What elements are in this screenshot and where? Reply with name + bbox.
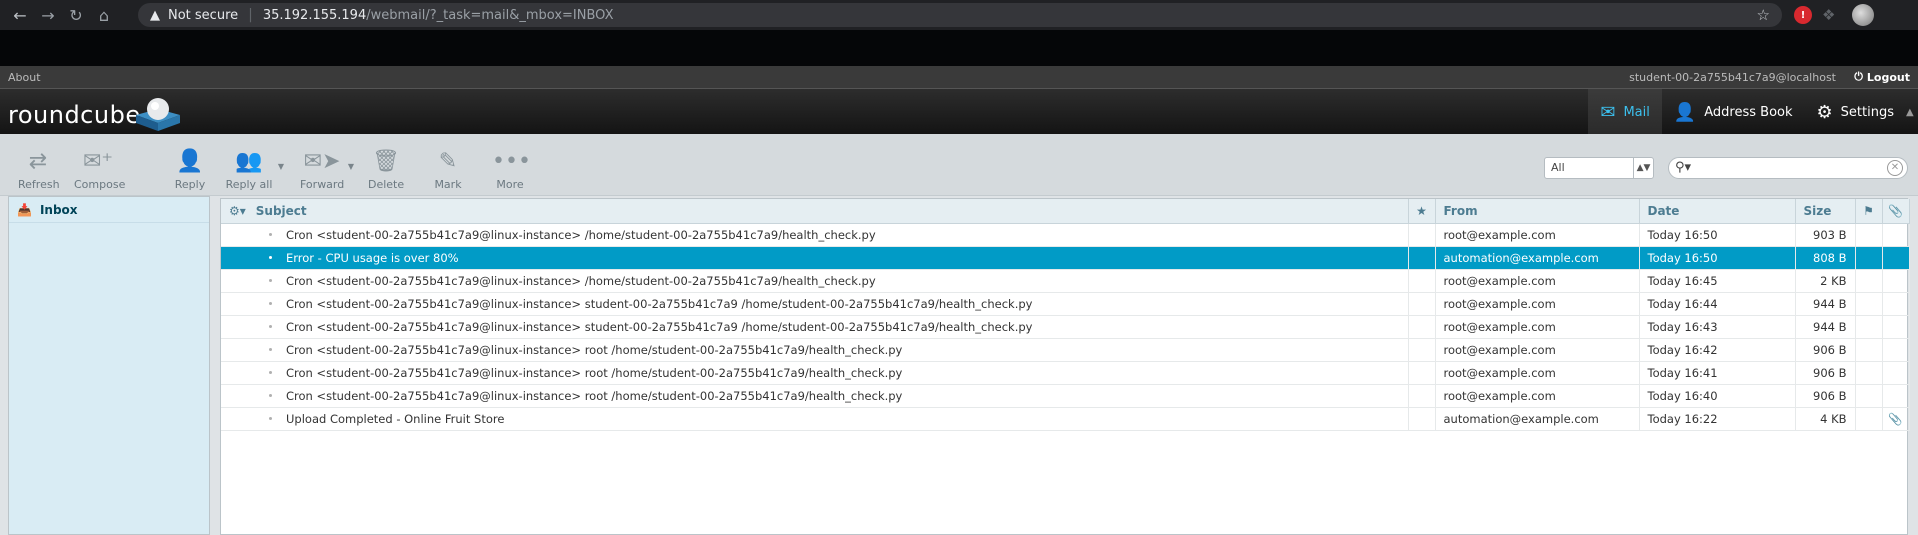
table-row[interactable]: Cron <student-00-2a755b41c7a9@linux-inst… [221, 361, 1910, 385]
clear-search-icon[interactable]: ✕ [1887, 160, 1903, 176]
table-row[interactable]: Cron <student-00-2a755b41c7a9@linux-inst… [221, 384, 1910, 408]
logout-button[interactable]: ⏻ Logout [1854, 70, 1910, 84]
search-input[interactable]: ⚲▾ ✕ [1668, 157, 1908, 179]
table-row[interactable]: Upload Completed - Online Fruit Store au… [221, 407, 1910, 431]
refresh-icon: ⇄ [28, 149, 48, 174]
roundcube-logo[interactable]: roundcube [8, 101, 141, 129]
power-icon: ⏻ [1854, 70, 1863, 83]
reply-all-button[interactable]: 👥 Reply all ▼ [224, 148, 284, 191]
pen-icon: ✎ [438, 149, 458, 174]
warning-icon: ▲ [150, 7, 160, 23]
column-attachment[interactable]: 📎 [1882, 199, 1910, 224]
folder-list-background [9, 223, 209, 534]
attachment-paperclip-icon: 📎 [1888, 411, 1903, 426]
refresh-button[interactable]: ⇄ Refresh [18, 148, 60, 191]
list-options-gear-icon[interactable]: ⚙▾ [229, 204, 246, 218]
profile-avatar[interactable] [1852, 4, 1874, 26]
bookmark-star-icon[interactable]: ☆ [1757, 6, 1770, 24]
url-path: /webmail/?_task=mail&_mbox=INBOX [366, 7, 614, 23]
mail-icon: ✉ [1600, 101, 1616, 123]
column-from[interactable]: From [1435, 199, 1640, 224]
list-header: ⚙▾ Subject ★ From Date Size ⚑ 📎 [221, 199, 1910, 224]
column-flag-star[interactable]: ★ [1408, 199, 1436, 224]
folder-list: 📥 Inbox [8, 196, 210, 535]
star-icon: ★ [1416, 203, 1427, 218]
security-status: Not secure [168, 7, 239, 23]
url-host: 35.192.155.194 [262, 7, 367, 23]
search-icon[interactable]: ⚲▾ [1675, 160, 1691, 175]
table-row[interactable]: Cron <student-00-2a755b41c7a9@linux-inst… [221, 338, 1910, 362]
forward-button[interactable]: ✉➤ Forward ▼ [300, 148, 354, 191]
task-settings[interactable]: ⚙ Settings [1805, 89, 1906, 135]
reload-icon[interactable]: ↻ [62, 1, 90, 29]
unread-dot-icon [269, 324, 272, 328]
compose-icon: ✉⁺ [82, 149, 114, 174]
reply-icon: 👤 [176, 149, 204, 174]
column-date[interactable]: Date [1639, 199, 1796, 224]
unread-dot-icon [269, 232, 272, 236]
unread-dot-icon [269, 255, 272, 259]
taskbar: ✉ Mail 👤 Address Book ⚙ Settings ▲ [1588, 89, 1918, 135]
top-line: About student-00-2a755b41c7a9@localhost … [0, 66, 1918, 88]
message-filter-select[interactable]: All ▲▼ [1544, 157, 1654, 179]
back-icon[interactable]: ← [6, 1, 34, 29]
column-subject[interactable]: ⚙▾ Subject [221, 199, 1409, 224]
more-button[interactable]: ••• More [492, 148, 531, 191]
table-row[interactable]: Cron <student-00-2a755b41c7a9@linux-inst… [221, 315, 1910, 339]
forward-icon[interactable]: → [34, 1, 62, 29]
message-list: ⚙▾ Subject ★ From Date Size ⚑ 📎 Cron <stu… [220, 198, 1910, 535]
table-row[interactable]: Cron <student-00-2a755b41c7a9@linux-inst… [221, 269, 1910, 293]
unread-dot-icon [269, 278, 272, 282]
page-banner [0, 30, 1918, 66]
unread-dot-icon [269, 393, 272, 397]
forward-mail-icon: ✉➤ [303, 149, 341, 174]
paperclip-icon: 📎 [1888, 203, 1903, 218]
table-row-selected[interactable]: Error - CPU usage is over 80% automation… [221, 246, 1910, 270]
reply-button[interactable]: 👤 Reply [170, 148, 210, 191]
trash-icon: 🗑 [372, 149, 400, 174]
column-size[interactable]: Size [1795, 199, 1856, 224]
roundcube-logo-icon [136, 98, 180, 131]
dropdown-arrow-icon[interactable]: ▼ [278, 162, 284, 171]
browser-toolbar: ← → ↻ ⌂ ▲ Not secure | 35.192.155.194 /w… [0, 0, 1918, 30]
dropdown-arrow-icon[interactable]: ▼ [348, 162, 354, 171]
caret-up-icon[interactable]: ▲ [1906, 89, 1918, 135]
delete-button[interactable]: 🗑 Delete [368, 148, 404, 191]
select-arrows-icon: ▲▼ [1633, 158, 1653, 178]
mark-button[interactable]: ✎ Mark [430, 148, 466, 191]
folder-item-inbox[interactable]: 📥 Inbox [9, 197, 209, 223]
more-dots-icon: ••• [492, 149, 531, 174]
table-row[interactable]: Cron <student-00-2a755b41c7a9@linux-inst… [221, 292, 1910, 316]
compose-button[interactable]: ✉⁺ Compose [74, 148, 125, 191]
task-mail[interactable]: ✉ Mail [1588, 89, 1662, 135]
app-header: roundcube ✉ Mail 👤 Address Book ⚙ Settin… [0, 88, 1918, 135]
address-bar[interactable]: ▲ Not secure | 35.192.155.194 /webmail/?… [138, 3, 1782, 27]
table-row[interactable]: Cron <student-00-2a755b41c7a9@linux-inst… [221, 223, 1910, 247]
person-icon: 👤 [1673, 101, 1697, 123]
unread-dot-icon [269, 416, 272, 420]
unread-dot-icon [269, 301, 272, 305]
puzzle-icon[interactable]: ❖ [1822, 6, 1840, 24]
extension-icon[interactable]: ! [1794, 6, 1812, 24]
unread-dot-icon [269, 370, 272, 374]
gear-icon: ⚙ [1816, 101, 1833, 123]
about-link[interactable]: About [8, 71, 41, 84]
inbox-icon: 📥 [17, 202, 32, 217]
home-icon[interactable]: ⌂ [90, 1, 118, 29]
user-email: student-00-2a755b41c7a9@localhost [1629, 70, 1836, 84]
column-flag[interactable]: ⚑ [1855, 199, 1883, 224]
task-address-book[interactable]: 👤 Address Book [1662, 89, 1805, 135]
unread-dot-icon [269, 347, 272, 351]
reply-all-icon: 👥 [235, 149, 263, 174]
flag-icon: ⚑ [1863, 203, 1874, 218]
